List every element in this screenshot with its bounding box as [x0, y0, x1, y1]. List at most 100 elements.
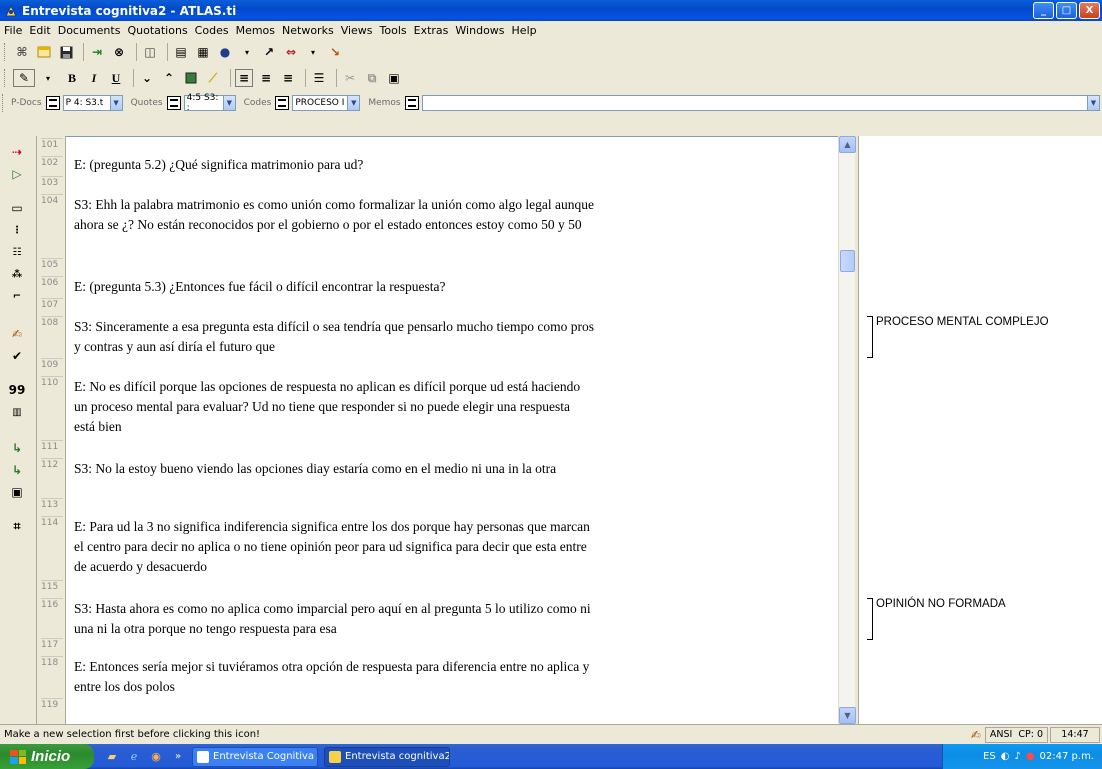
- quotes-dropdown[interactable]: 4:5 S3: : ▼: [183, 93, 236, 113]
- chevron-down-icon[interactable]: ▾: [304, 43, 322, 61]
- transcript-paragraph[interactable]: E: (pregunta 5.2) ¿Qué significa matrimo…: [74, 155, 594, 175]
- document-scrollbar[interactable]: ▲ ▼: [838, 136, 856, 724]
- menu-windows[interactable]: Windows: [455, 24, 504, 37]
- chevron-right-icon[interactable]: »: [170, 749, 186, 765]
- close-button[interactable]: X: [1079, 2, 1100, 19]
- subscript-icon[interactable]: ⌄: [138, 69, 156, 87]
- chevron-down-icon[interactable]: ▼: [223, 96, 235, 110]
- quote-count-badge[interactable]: 99: [8, 382, 26, 398]
- network-link-icon[interactable]: ↳: [8, 440, 26, 456]
- network-link-alt-icon[interactable]: ↳: [8, 462, 26, 478]
- table-icon[interactable]: ▦: [194, 43, 212, 61]
- code-list-icon[interactable]: [275, 96, 290, 110]
- auto-coding-icon[interactable]: ⌐: [8, 288, 26, 304]
- align-center-icon[interactable]: ≡: [257, 69, 275, 87]
- code-by-list-icon[interactable]: ☷: [8, 244, 26, 260]
- copy-icon[interactable]: ⧉: [363, 69, 381, 87]
- transcript-paragraph[interactable]: E: (pregunta 5.3) ¿Entonces fue fácil o …: [74, 277, 594, 297]
- check-arrow-icon[interactable]: ↘: [326, 43, 344, 61]
- network-globe-icon[interactable]: ●: [216, 43, 234, 61]
- start-button[interactable]: Inicio: [0, 744, 94, 769]
- transcript-paragraph[interactable]: E: No es difícil porque las opciones de …: [74, 377, 594, 437]
- memo-list-icon[interactable]: [404, 96, 419, 110]
- paste-icon[interactable]: ▣: [385, 69, 403, 87]
- open-coding-icon[interactable]: ▭: [8, 200, 26, 216]
- codes-dropdown[interactable]: PROCESO I ▼: [292, 95, 361, 111]
- quick-coding-icon[interactable]: ⁂: [8, 266, 26, 282]
- code-family-icon[interactable]: ▥: [8, 404, 26, 420]
- superscript-icon[interactable]: ⌃: [160, 69, 178, 87]
- menu-codes[interactable]: Codes: [195, 24, 229, 37]
- bullet-list-icon[interactable]: ☰: [310, 69, 328, 87]
- document-manager-icon[interactable]: ▤: [172, 43, 190, 61]
- menu-views[interactable]: Views: [341, 24, 373, 37]
- open-folder-icon[interactable]: ◫: [141, 43, 159, 61]
- network-icon[interactable]: ◐: [1001, 751, 1010, 762]
- italic-button[interactable]: I: [85, 69, 103, 87]
- menu-documents[interactable]: Documents: [58, 24, 121, 37]
- scroll-down-button[interactable]: ▼: [839, 707, 856, 724]
- transcript-paragraph[interactable]: E: Entonces sería mejor si tuviéramos ot…: [74, 657, 594, 697]
- chevron-down-icon[interactable]: ▾: [39, 69, 57, 87]
- bold-button[interactable]: B: [63, 69, 81, 87]
- cut-icon[interactable]: ✂: [341, 69, 359, 87]
- pdocs-dropdown[interactable]: P 4: S3.t ▼: [62, 95, 123, 111]
- menu-extras[interactable]: Extras: [414, 24, 449, 37]
- language-indicator[interactable]: ES: [983, 751, 996, 762]
- margin-area[interactable]: PROCESO MENTAL COMPLEJO OPINIÓN NO FORMA…: [858, 136, 1102, 724]
- code-in-vivo-icon[interactable]: ⋮: [8, 222, 26, 238]
- code-label[interactable]: OPINIÓN NO FORMADA: [876, 598, 1006, 640]
- menu-tools[interactable]: Tools: [380, 24, 407, 37]
- align-left-icon[interactable]: ≡: [235, 69, 253, 87]
- document-text-area[interactable]: E: (pregunta 5.2) ¿Qué significa matrimo…: [66, 136, 838, 724]
- assign-document-icon[interactable]: ⇥: [88, 43, 106, 61]
- highlighter-icon[interactable]: ⟋: [204, 69, 222, 87]
- code-selection-icon[interactable]: ▷: [8, 166, 26, 182]
- transcript-paragraph[interactable]: S3: No la estoy bueno viendo las opcione…: [74, 459, 594, 479]
- chevron-down-icon[interactable]: ▼: [347, 96, 360, 110]
- transcript-paragraph[interactable]: S3: Sinceramente a esa pregunta esta dif…: [74, 317, 594, 357]
- hermeneutic-unit-icon[interactable]: ⌘: [13, 43, 31, 61]
- task-button-word[interactable]: Entrevista Cognitiva ...: [192, 746, 318, 767]
- align-right-icon[interactable]: ≡: [279, 69, 297, 87]
- code-annotation[interactable]: PROCESO MENTAL COMPLEJO: [867, 316, 1049, 358]
- menu-edit[interactable]: Edit: [29, 24, 50, 37]
- scroll-thumb[interactable]: [840, 250, 855, 272]
- menu-quotations[interactable]: Quotations: [127, 24, 187, 37]
- save-icon[interactable]: [57, 43, 75, 61]
- pen-tool-icon[interactable]: ✎: [13, 69, 35, 87]
- scroll-up-button[interactable]: ▲: [839, 136, 856, 153]
- search-binoculars-icon[interactable]: ⊗: [110, 43, 128, 61]
- chevron-down-icon[interactable]: ▾: [238, 43, 256, 61]
- menu-file[interactable]: File: [4, 24, 22, 37]
- word-cruncher-icon[interactable]: ⌗: [8, 518, 26, 534]
- transcript-paragraph[interactable]: S3: Ehh la palabra matrimonio es como un…: [74, 195, 594, 235]
- margin-view-icon[interactable]: ▣: [8, 484, 26, 500]
- underline-button[interactable]: U: [107, 69, 125, 87]
- maximize-button[interactable]: □: [1056, 2, 1077, 19]
- document-list-icon[interactable]: [45, 96, 60, 110]
- toolbar-grip[interactable]: [4, 43, 7, 61]
- task-button-atlas[interactable]: Entrevista cognitiva2 ...: [324, 746, 450, 767]
- chevron-down-icon[interactable]: ▼: [109, 96, 122, 110]
- code-label[interactable]: PROCESO MENTAL COMPLEJO: [876, 316, 1049, 358]
- browser-icon[interactable]: ℯ: [126, 749, 142, 765]
- volume-icon[interactable]: ♪: [1014, 751, 1020, 762]
- transcript-paragraph[interactable]: E: Para ud la 3 no significa indiferenci…: [74, 517, 594, 577]
- security-icon[interactable]: ●: [1026, 751, 1035, 762]
- toolbar-grip[interactable]: [4, 69, 7, 87]
- memo-icon[interactable]: ✍: [8, 326, 26, 342]
- navigation-arrows-icon[interactable]: ⇔: [282, 43, 300, 61]
- code-annotation[interactable]: OPINIÓN NO FORMADA: [867, 598, 1006, 640]
- memos-dropdown[interactable]: ▼: [421, 95, 1100, 111]
- transcript-paragraph[interactable]: S3: Hasta ahora es como no aplica como i…: [74, 599, 594, 639]
- new-project-icon[interactable]: [35, 43, 53, 61]
- menu-help[interactable]: Help: [512, 24, 537, 37]
- chevron-down-icon[interactable]: ▼: [1087, 96, 1099, 110]
- menu-memos[interactable]: Memos: [236, 24, 275, 37]
- toolbar-grip[interactable]: [2, 94, 5, 112]
- folder-icon[interactable]: ▰: [104, 749, 120, 765]
- checkmark-icon[interactable]: ✔: [8, 348, 26, 364]
- menu-networks[interactable]: Networks: [282, 24, 334, 37]
- quote-list-icon[interactable]: [166, 96, 181, 110]
